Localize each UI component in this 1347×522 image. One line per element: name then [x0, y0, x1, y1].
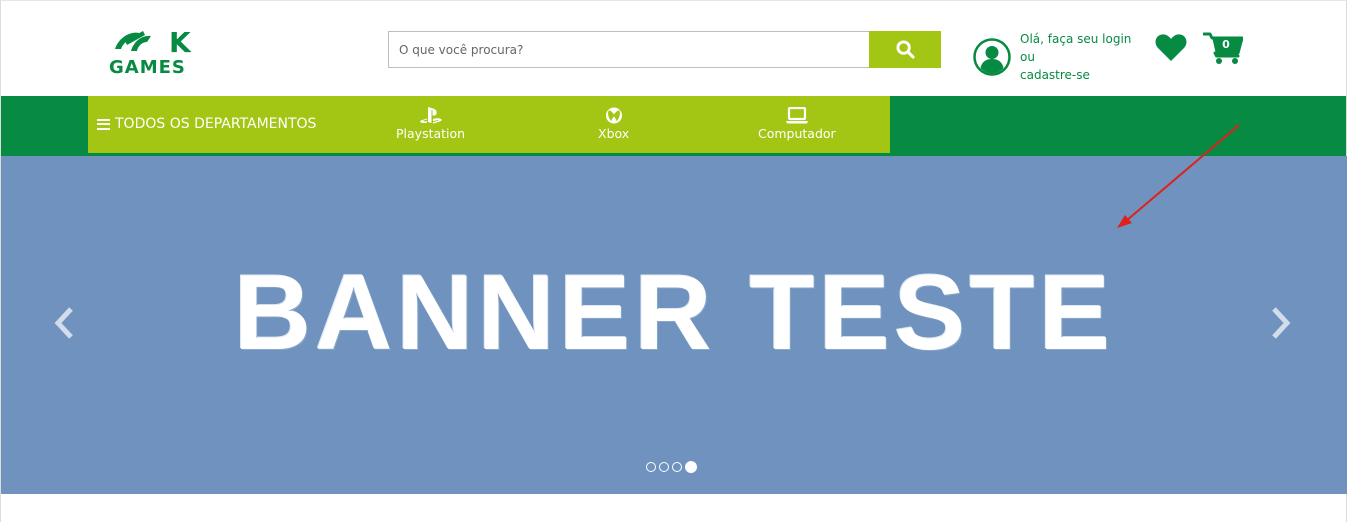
nav-item-label: Playstation [396, 126, 466, 141]
carousel-next-arrow[interactable] [1266, 306, 1294, 340]
page: K GAMES Olá, faça seu login ou cadastre-… [0, 0, 1347, 522]
search-bar [388, 31, 941, 68]
carousel-indicators [646, 461, 700, 473]
logo-top-text: K [169, 27, 192, 59]
xbox-icon [605, 107, 622, 124]
logo-bottom-text: GAMES [109, 57, 186, 75]
computer-icon [785, 107, 808, 124]
nav-item-label: Xbox [598, 126, 630, 141]
nav-item-computador[interactable]: Computador [758, 107, 836, 141]
carousel-dot[interactable] [659, 462, 669, 472]
carousel-prev-arrow[interactable] [51, 306, 79, 340]
account-login-text[interactable]: Olá, faça seu login ou [1020, 30, 1150, 66]
search-icon [895, 40, 915, 59]
search-input[interactable] [388, 31, 869, 68]
account-text[interactable]: Olá, faça seu login ou cadastre-se [1020, 30, 1150, 84]
departments-label: TODOS OS DEPARTAMENTOS [115, 116, 317, 132]
departments-menu-button[interactable]: TODOS OS DEPARTAMENTOS [97, 116, 316, 132]
search-button[interactable] [869, 31, 941, 68]
main-nav: TODOS OS DEPARTAMENTOS Playstation Xbox [1, 96, 1346, 156]
heart-icon[interactable] [1155, 33, 1187, 62]
menu-icon [97, 118, 110, 130]
nav-item-playstation[interactable]: Playstation [396, 107, 465, 141]
account-register-text[interactable]: cadastre-se [1020, 66, 1150, 84]
account-link[interactable]: Olá, faça seu login ou cadastre-se [973, 30, 1150, 84]
playstation-icon [419, 107, 442, 124]
user-icon [973, 38, 1011, 76]
carousel-dot[interactable] [672, 462, 682, 472]
hero-banner[interactable]: BANNER TESTE [1, 156, 1347, 494]
carousel-dot-active[interactable] [685, 461, 697, 473]
nav-item-label: Computador [758, 126, 836, 141]
carousel-dot[interactable] [646, 462, 656, 472]
site-logo[interactable]: K GAMES [109, 27, 217, 75]
banner-text: BANNER TESTE [233, 252, 1115, 372]
nav-item-xbox[interactable]: Xbox [598, 107, 629, 141]
cart-count-badge: 0 [1222, 38, 1230, 51]
nav-bar: TODOS OS DEPARTAMENTOS Playstation Xbox [88, 96, 890, 153]
site-header: K GAMES Olá, faça seu login ou cadastre-… [1, 1, 1346, 96]
